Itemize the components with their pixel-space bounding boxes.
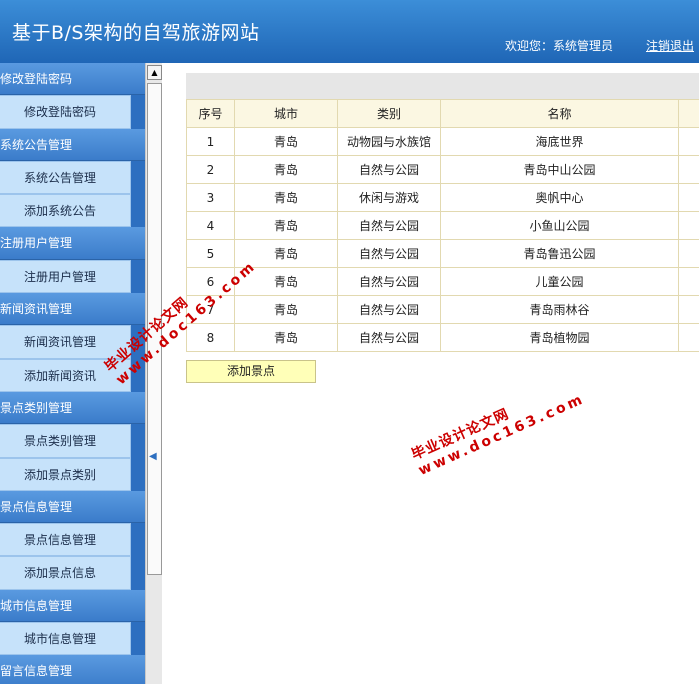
sidebar-item[interactable]: 系统公告管理 xyxy=(0,160,131,195)
table-row[interactable]: 5 青岛 自然与公园 青岛鲁迅公园 xyxy=(186,239,699,268)
collapse-left-arrow-icon[interactable]: ◀ xyxy=(149,451,157,462)
table-row[interactable]: 4 青岛 自然与公园 小鱼山公园 xyxy=(186,211,699,240)
table-row[interactable]: 2 青岛 自然与公园 青岛中山公园 xyxy=(186,155,699,184)
col-header-index: 序号 xyxy=(186,99,235,128)
sidebar-section-header[interactable]: 景点信息管理 xyxy=(0,490,145,524)
table-row[interactable]: 3 青岛 休闲与游戏 奥帆中心 xyxy=(186,183,699,212)
table-header-row: 序号 城市 类别 名称 xyxy=(186,99,699,128)
sidebar-item[interactable]: 城市信息管理 xyxy=(0,622,131,656)
cell-category: 动物园与水族馆 xyxy=(337,127,441,156)
cell-city: 青岛 xyxy=(234,127,338,156)
cell-name: 青岛植物园 xyxy=(440,323,679,352)
cell-city: 青岛 xyxy=(234,155,338,184)
col-header-name: 名称 xyxy=(440,99,679,128)
site-title: 基于B/S架构的自驾旅游网站 xyxy=(12,22,260,44)
cell-category: 休闲与游戏 xyxy=(337,183,441,212)
welcome-text: 欢迎您：系统管理员 xyxy=(505,39,614,53)
sidebar-item[interactable]: 景点类别管理 xyxy=(0,424,131,458)
table-row[interactable]: 7 青岛 自然与公园 青岛雨林谷 xyxy=(186,295,699,324)
cell-extra xyxy=(678,183,699,212)
cell-name: 青岛雨林谷 xyxy=(440,295,679,324)
sidebar-item[interactable]: 添加景点类别 xyxy=(0,457,131,491)
cell-index: 1 xyxy=(186,127,235,156)
cell-index: 4 xyxy=(186,211,235,240)
cell-category: 自然与公园 xyxy=(337,295,441,324)
sidebar-item[interactable]: 注册用户管理 xyxy=(0,259,131,294)
cell-name: 小鱼山公园 xyxy=(440,211,679,240)
cell-city: 青岛 xyxy=(234,211,338,240)
watermark: 毕业设计论文网 www.doc163.com xyxy=(408,373,587,479)
cell-index: 8 xyxy=(186,323,235,352)
cell-extra xyxy=(678,323,699,352)
cell-name: 海底世界 xyxy=(440,127,679,156)
cell-extra xyxy=(678,127,699,156)
sidebar-section-header[interactable]: 修改登陆密码 xyxy=(0,63,145,96)
main-content: 序号 城市 类别 名称 1 青岛 动物园与水族馆 海底世界 2 青岛 自然与公园 青岛中山公园… xyxy=(102,63,699,684)
sidebar-scrollbar[interactable]: ▲ ◀ xyxy=(145,63,162,684)
cell-name: 青岛鲁迅公园 xyxy=(440,239,679,268)
cell-name: 儿童公园 xyxy=(440,267,679,296)
cell-city: 青岛 xyxy=(234,183,338,212)
sidebar-section-header[interactable]: 注册用户管理 xyxy=(0,227,145,260)
content-top-bar xyxy=(186,73,699,99)
cell-category: 自然与公园 xyxy=(337,323,441,352)
table-row[interactable]: 1 青岛 动物园与水族馆 海底世界 xyxy=(186,127,699,156)
cell-category: 自然与公园 xyxy=(337,155,441,184)
logout-link[interactable]: 注销退出 xyxy=(646,37,694,54)
cell-name: 奥帆中心 xyxy=(440,183,679,212)
add-scenic-spot-button[interactable]: 添加景点 xyxy=(186,360,316,383)
cell-index: 2 xyxy=(186,155,235,184)
scenic-spot-table: 序号 城市 类别 名称 1 青岛 动物园与水族馆 海底世界 2 青岛 自然与公园 青岛中山公园… xyxy=(186,99,699,352)
cell-extra xyxy=(678,239,699,268)
cell-extra xyxy=(678,295,699,324)
header: 基于B/S架构的自驾旅游网站 欢迎您：系统管理员 注销退出 xyxy=(0,0,699,63)
sidebar-item[interactable]: 景点信息管理 xyxy=(0,523,131,557)
col-header-extra xyxy=(678,99,699,128)
sidebar-section-header[interactable]: 城市信息管理 xyxy=(0,589,145,623)
scroll-up-arrow-icon[interactable]: ▲ xyxy=(147,65,162,80)
table-row[interactable]: 8 青岛 自然与公园 青岛植物园 xyxy=(186,323,699,352)
sidebar-item[interactable]: 添加景点信息 xyxy=(0,556,131,590)
cell-category: 自然与公园 xyxy=(337,267,441,296)
sidebar-section-header[interactable]: 系统公告管理 xyxy=(0,128,145,161)
cell-city: 青岛 xyxy=(234,323,338,352)
cell-extra xyxy=(678,155,699,184)
col-header-category: 类别 xyxy=(337,99,441,128)
sidebar-item[interactable]: 添加系统公告 xyxy=(0,194,131,228)
cell-city: 青岛 xyxy=(234,295,338,324)
cell-category: 自然与公园 xyxy=(337,239,441,268)
cell-name: 青岛中山公园 xyxy=(440,155,679,184)
cell-extra xyxy=(678,267,699,296)
sidebar-section-header[interactable]: 景点类别管理 xyxy=(0,391,145,425)
sidebar-item[interactable]: 修改登陆密码 xyxy=(0,95,131,129)
cell-category: 自然与公园 xyxy=(337,211,441,240)
sidebar-section-header[interactable]: 新闻资讯管理 xyxy=(0,293,145,326)
col-header-city: 城市 xyxy=(234,99,338,128)
cell-index: 3 xyxy=(186,183,235,212)
table-row[interactable]: 6 青岛 自然与公园 儿童公园 xyxy=(186,267,699,296)
sidebar-section-header[interactable]: 留言信息管理 xyxy=(0,655,145,684)
cell-extra xyxy=(678,211,699,240)
